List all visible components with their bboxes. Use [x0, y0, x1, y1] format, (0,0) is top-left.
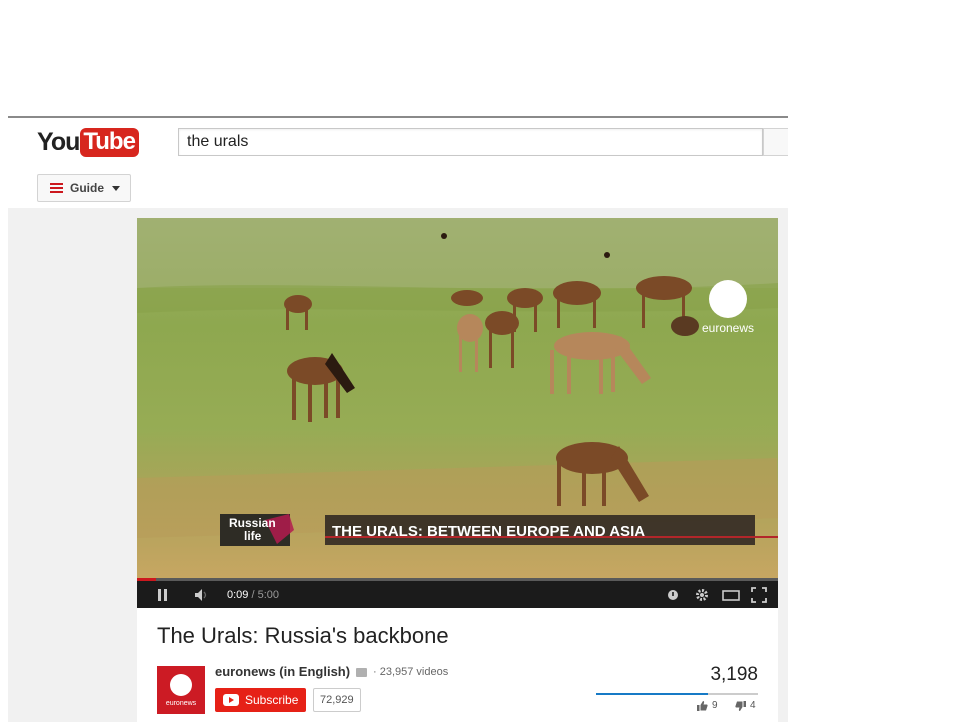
caret-down-icon	[112, 185, 121, 191]
fullscreen-icon[interactable]	[751, 581, 767, 608]
theater-mode-icon[interactable]	[722, 581, 740, 608]
video-frame[interactable]: euronews Russian life THE URALS: BETWEEN…	[137, 218, 778, 578]
channel-video-count: · 23,957 videos	[373, 666, 449, 678]
guide-label: Guide	[70, 181, 105, 195]
browser-viewport: You Tube Guide	[8, 116, 788, 722]
verified-icon	[356, 668, 367, 677]
search-button[interactable]	[763, 128, 788, 156]
menu-icon	[50, 183, 63, 193]
play-pause-icon[interactable]	[156, 581, 170, 608]
lower-third-caption: THE URALS: BETWEEN EUROPE AND ASIA	[332, 523, 645, 540]
logo-you-text: You	[37, 127, 80, 156]
subscriber-count: 72,929	[313, 688, 361, 712]
video-title: The Urals: Russia's backbone	[157, 623, 449, 648]
like-button[interactable]: 9	[697, 700, 718, 711]
thumbs-up-icon	[697, 700, 708, 711]
video-image: euronews Russian life THE URALS: BETWEEN…	[137, 218, 778, 578]
rating-bar	[596, 693, 758, 695]
youtube-play-icon	[223, 694, 239, 706]
masthead: You Tube	[8, 118, 788, 167]
search-box	[178, 128, 763, 156]
thumbs-down-icon	[735, 700, 746, 711]
subscribe-label: Subscribe	[245, 693, 299, 707]
search-input[interactable]	[179, 129, 747, 155]
subscribe-button[interactable]: Subscribe	[215, 688, 306, 712]
logo-tube-text: Tube	[80, 127, 139, 157]
channel-avatar-text: euronews	[165, 700, 197, 707]
guide-button[interactable]: Guide	[37, 174, 131, 202]
dislike-button[interactable]: 4	[735, 700, 756, 711]
volume-icon[interactable]	[194, 581, 210, 608]
youtube-logo[interactable]: You Tube	[37, 127, 139, 157]
lower-third-badge-line2: life	[244, 529, 262, 543]
channel-name-link[interactable]: euronews (in English)	[215, 664, 350, 679]
like-count: 9	[712, 700, 718, 711]
time-total: 5:00	[257, 588, 280, 601]
view-count: 3,198	[710, 664, 758, 685]
settings-gear-icon[interactable]	[694, 581, 710, 608]
player-controls: 0:09 / 5:00	[137, 581, 778, 608]
dislike-count: 4	[750, 700, 756, 711]
annotations-icon[interactable]	[666, 581, 680, 608]
video-info-panel: The Urals: Russia's backbone euronews eu…	[137, 608, 778, 722]
guide-bar: Guide	[8, 166, 788, 208]
rating-bar-likes	[596, 693, 708, 695]
time-current: 0:09	[227, 588, 249, 601]
time-separator: /	[251, 588, 255, 601]
lower-third-badge-line1: Russian	[229, 516, 276, 530]
euronews-bug-text: euronews	[702, 321, 754, 335]
video-player[interactable]: euronews Russian life THE URALS: BETWEEN…	[137, 218, 778, 608]
channel-avatar[interactable]: euronews	[157, 666, 205, 714]
